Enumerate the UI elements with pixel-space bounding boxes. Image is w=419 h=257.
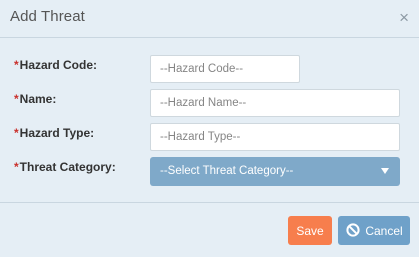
threat-category-select[interactable]: --Select Threat Category-- — [150, 157, 400, 186]
cancel-label: Cancel — [365, 223, 403, 238]
caret-down-icon — [381, 168, 389, 174]
required-marker: * — [14, 58, 19, 72]
hazard-type-label: *Hazard Type: — [14, 126, 95, 140]
dialog-title: Add Threat — [10, 8, 85, 25]
threat-category-selected: --Select Threat Category-- — [160, 165, 294, 177]
footer-divider — [0, 202, 419, 203]
required-marker: * — [14, 126, 19, 140]
hazard-name-input[interactable] — [150, 89, 400, 117]
threat-category-label: *Threat Category: — [14, 160, 116, 174]
cancel-button[interactable]: Cancel — [338, 216, 410, 245]
close-icon[interactable]: × — [399, 8, 409, 28]
required-marker: * — [14, 160, 19, 174]
hazard-code-input[interactable] — [150, 55, 300, 83]
add-threat-dialog: Add Threat × *Hazard Code: *Name: *Hazar… — [0, 0, 419, 257]
required-marker: * — [14, 92, 19, 106]
name-label: *Name: — [14, 92, 57, 106]
ban-icon — [346, 223, 360, 237]
hazard-type-input[interactable] — [150, 123, 400, 151]
save-button[interactable]: Save — [288, 216, 332, 245]
hazard-code-label: *Hazard Code: — [14, 58, 98, 72]
dialog-header: Add Threat × — [0, 0, 419, 38]
